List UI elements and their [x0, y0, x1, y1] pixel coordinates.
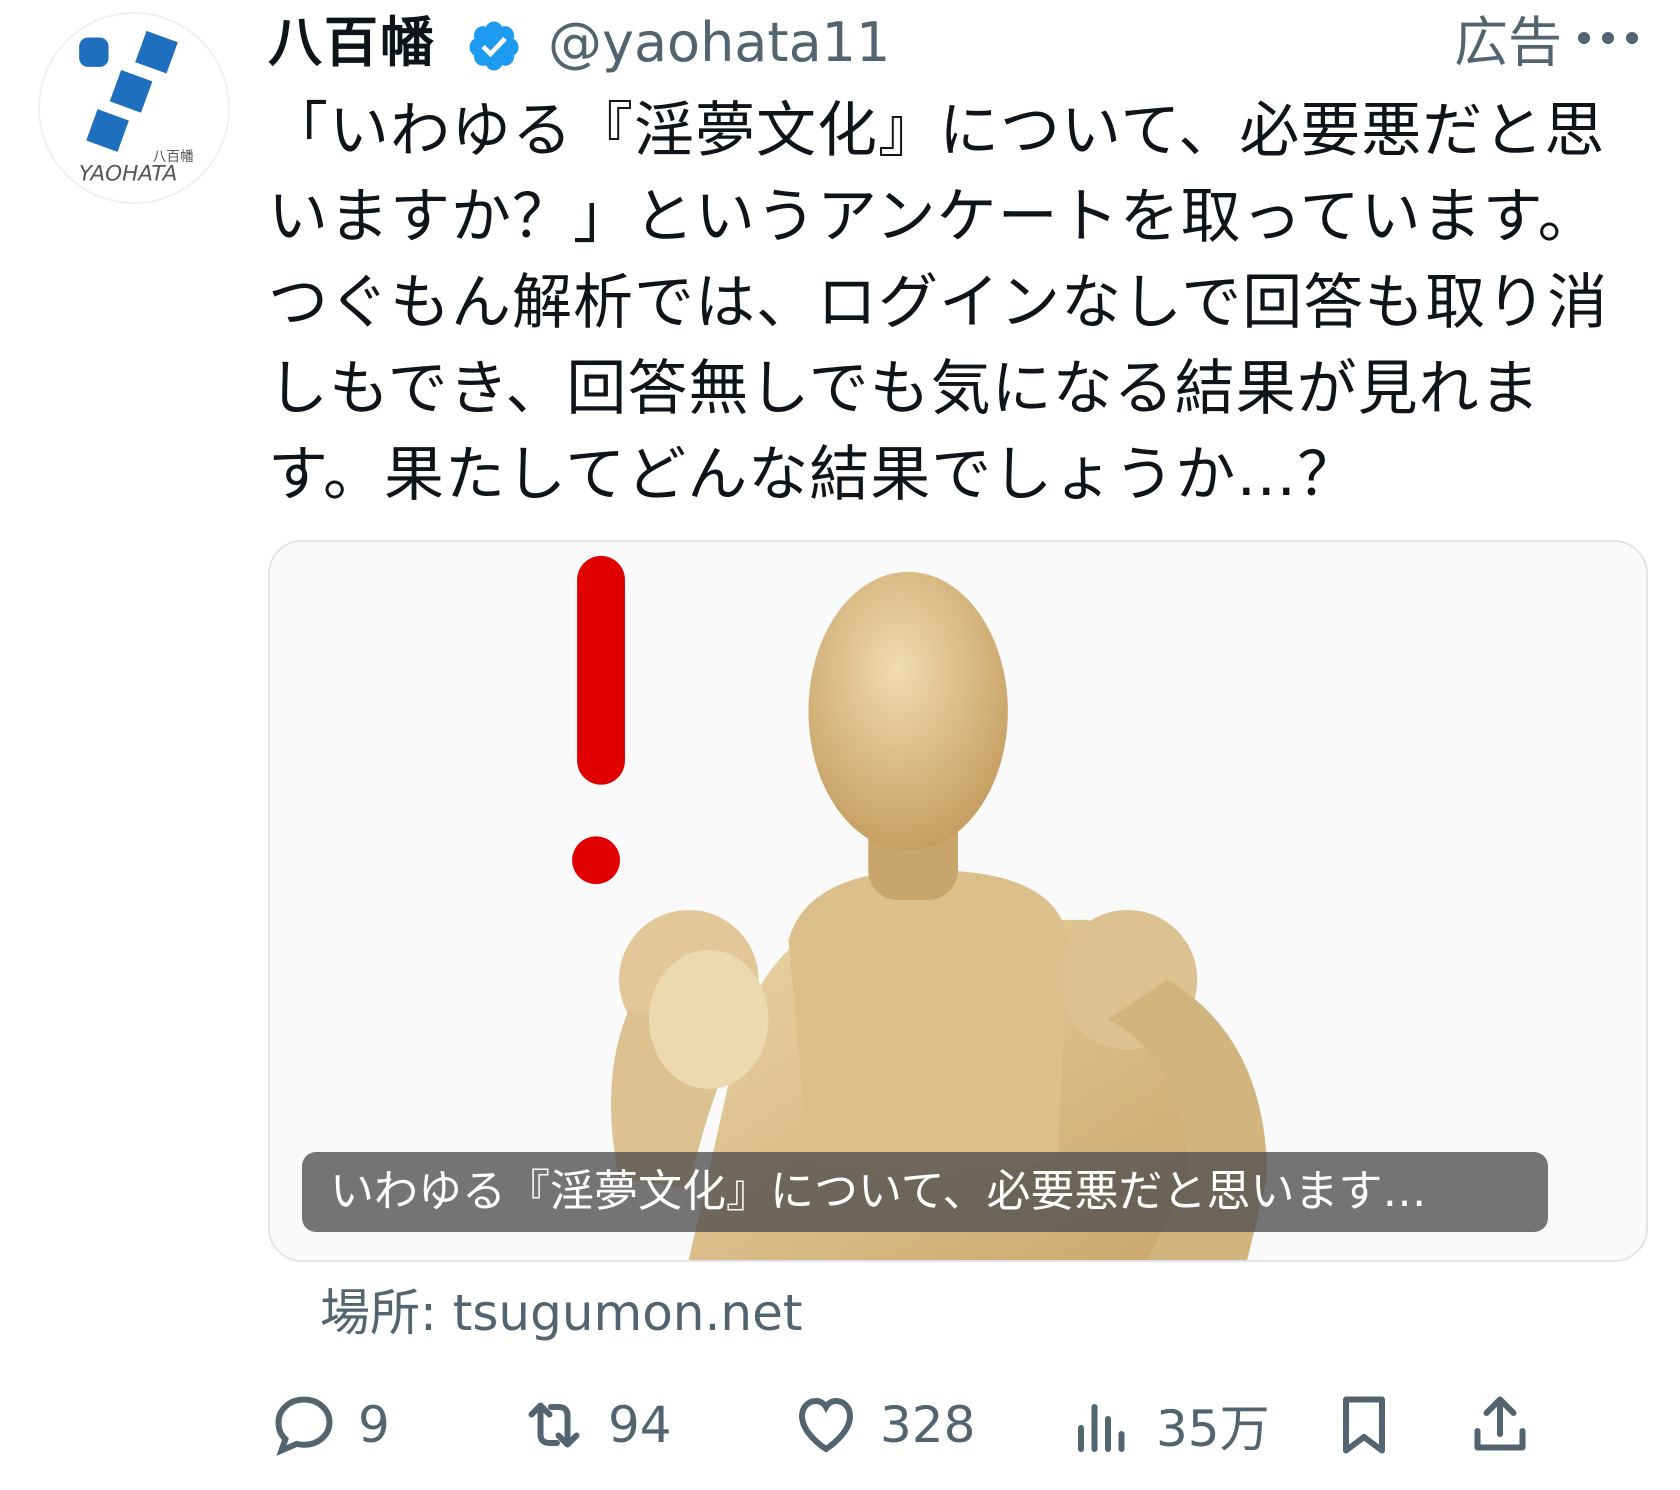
card-source[interactable]: 場所: tsugumon.net [320, 1278, 802, 1348]
like-count: 328 [880, 1396, 976, 1454]
ad-label: 広告 [1454, 11, 1562, 74]
tweet-text: 「いわゆる『淫夢文化』について、必要悪だと思いますか？」というアンケートを取って… [268, 96, 1609, 510]
action-bar: 9 94 328 35万 [268, 1380, 1658, 1470]
views-count: 35万 [1156, 1400, 1270, 1458]
retweet-count: 94 [608, 1396, 672, 1454]
reply-count: 9 [358, 1396, 390, 1454]
share-icon [1474, 1396, 1526, 1451]
views-button[interactable]: 35万 [1066, 1380, 1270, 1470]
heart-icon [798, 1397, 854, 1453]
retweet-button[interactable]: 94 [518, 1380, 672, 1470]
more-horizontal-icon[interactable] [1574, 18, 1642, 58]
display-name[interactable]: 八百幡 [268, 8, 436, 78]
exclamation-bar [577, 555, 625, 785]
like-button[interactable]: 328 [790, 1380, 975, 1470]
share-button[interactable] [1464, 1380, 1536, 1470]
avatar-brand: YAOHATA [79, 161, 177, 186]
bookmark-icon [1343, 1396, 1385, 1454]
card-caption: いわゆる『淫夢文化』について、必要悪だと思います… [302, 1152, 1548, 1232]
reply-icon [275, 1396, 333, 1456]
views-chart-icon [1078, 1404, 1125, 1452]
reply-button[interactable]: 9 [268, 1380, 390, 1470]
tweet-header: 八百幡 @yaohata11 広告 [268, 0, 1658, 90]
avatar[interactable]: 八百幡 YAOHATA [38, 12, 230, 204]
yaohata-logo-icon: 八百幡 YAOHATA [79, 30, 194, 186]
link-card[interactable]: いわゆる『淫夢文化』について、必要悪だと思います… [268, 540, 1648, 1262]
verified-badge-icon[interactable] [466, 18, 522, 74]
bookmark-button[interactable] [1328, 1380, 1400, 1470]
exclamation-dot [572, 836, 620, 885]
retweet-icon [528, 1402, 580, 1448]
handle[interactable]: @yaohata11 [548, 8, 890, 78]
